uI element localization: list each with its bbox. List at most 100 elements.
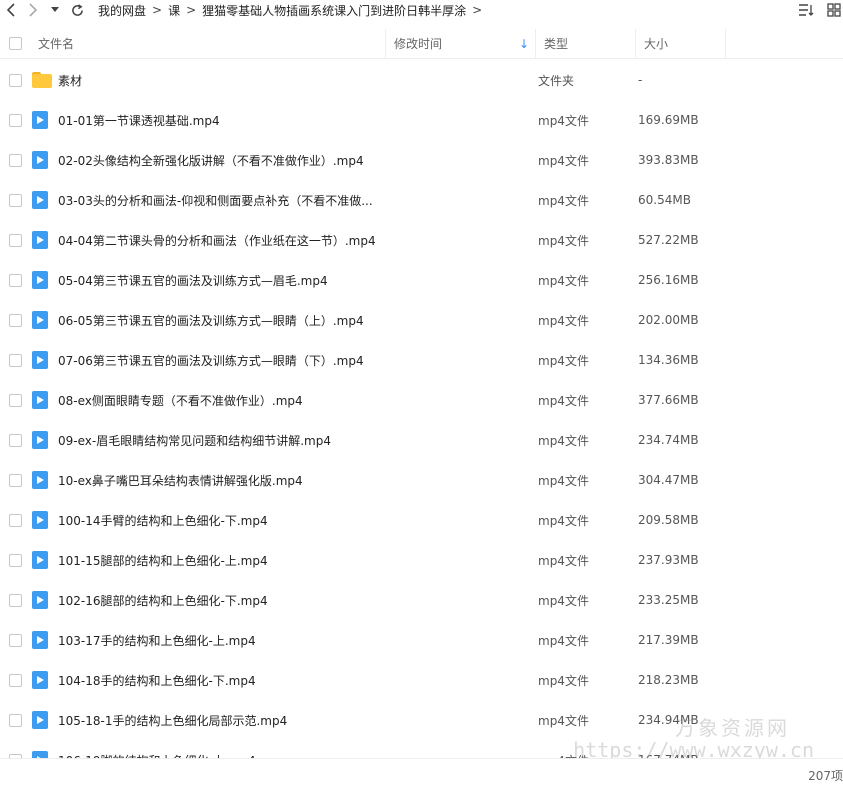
file-name[interactable]: 01-01第一节课透视基础.mp4: [58, 112, 538, 129]
file-size: 169.69MB: [638, 113, 699, 127]
file-name[interactable]: 08-ex侧面眼睛专题（不看不准做作业）.mp4: [58, 392, 538, 409]
row-checkbox[interactable]: [8, 673, 22, 687]
file-size: 304.47MB: [638, 473, 699, 487]
file-type: mp4文件: [538, 313, 589, 328]
file-row[interactable]: 05-04第三节课五官的画法及训练方式—眉毛.mp4 mp4文件 256.16MB: [0, 260, 843, 300]
row-checkbox[interactable]: [8, 553, 22, 567]
file-row[interactable]: 101-15腿部的结构和上色细化-上.mp4 mp4文件 237.93MB: [0, 540, 843, 580]
row-checkbox[interactable]: [8, 593, 22, 607]
file-row[interactable]: 08-ex侧面眼睛专题（不看不准做作业）.mp4 mp4文件 377.66MB: [0, 380, 843, 420]
file-name[interactable]: 104-18手的结构和上色细化-下.mp4: [58, 672, 538, 689]
row-checkbox[interactable]: [8, 393, 22, 407]
file-row[interactable]: 10-ex鼻子嘴巴耳朵结构表情讲解强化版.mp4 mp4文件 304.47MB: [0, 460, 843, 500]
row-checkbox[interactable]: [8, 73, 22, 87]
file-row[interactable]: 106-19脚的结构和上色细化-上.mp4mp4文件167.74MB: [0, 740, 843, 758]
file-name[interactable]: 07-06第三节课五官的画法及训练方式—眼睛（下）.mp4: [58, 352, 538, 369]
file-type: mp4文件: [538, 393, 589, 408]
file-type: mp4文件: [538, 593, 589, 608]
file-name[interactable]: 素材: [58, 72, 538, 89]
file-size: 393.83MB: [638, 153, 699, 167]
file-name[interactable]: 100-14手臂的结构和上色细化-下.mp4: [58, 512, 538, 529]
file-row[interactable]: 02-02头像结构全新强化版讲解（不看不准做作业）.mp4 mp4文件 393.83…: [0, 140, 843, 180]
file-size: 256.16MB: [638, 273, 699, 287]
file-size: 218.23MB: [638, 673, 699, 687]
row-checkbox[interactable]: [8, 153, 22, 167]
column-modified-label: 修改时间: [394, 37, 443, 51]
row-checkbox[interactable]: [8, 713, 22, 727]
row-checkbox[interactable]: [8, 633, 22, 647]
column-header: 文件名 修改时间 ↓ 类型 大小: [0, 28, 843, 59]
file-row[interactable]: 100-14手臂的结构和上色细化-下.mp4 mp4文件 209.58MB: [0, 500, 843, 540]
file-row[interactable]: 04-04第二节课头骨的分析和画法（作业纸在这一节）.mp4 mp4文件 527.2…: [0, 220, 843, 260]
refresh-button[interactable]: [66, 0, 88, 20]
file-name[interactable]: 06-05第三节课五官的画法及训练方式—眼睛（上）.mp4: [58, 312, 538, 329]
column-size[interactable]: 大小: [636, 28, 726, 59]
file-row[interactable]: 06-05第三节课五官的画法及训练方式—眼睛（上）.mp4 mp4文件 202.00…: [0, 300, 843, 340]
sort-button[interactable]: [797, 1, 815, 19]
row-checkbox[interactable]: [8, 193, 22, 207]
file-size: 234.94MB: [638, 713, 699, 727]
grid-view-button[interactable]: [825, 1, 843, 19]
chevron-right-icon: >: [472, 3, 483, 17]
row-checkbox[interactable]: [8, 273, 22, 287]
file-name[interactable]: 04-04第二节课头骨的分析和画法（作业纸在这一节）.mp4: [58, 232, 538, 249]
video-file-icon: [32, 631, 48, 649]
file-row[interactable]: 105-18-1手的结构上色细化局部示范.mp4 mp4文件 234.94MB: [0, 700, 843, 740]
history-dropdown-button[interactable]: [44, 0, 66, 20]
file-type: mp4文件: [538, 433, 589, 448]
sort-list-icon: [799, 4, 814, 16]
row-checkbox[interactable]: [8, 233, 22, 247]
item-count: 207项: [808, 769, 843, 783]
file-row[interactable]: 01-01第一节课透视基础.mp4 mp4文件 169.69MB: [0, 100, 843, 140]
row-checkbox[interactable]: [8, 113, 22, 127]
file-type: mp4文件: [538, 273, 589, 288]
file-name[interactable]: 103-17手的结构和上色细化-上.mp4: [58, 632, 538, 649]
file-size: 377.66MB: [638, 393, 699, 407]
breadcrumb-item-current[interactable]: 狸猫零基础人物插画系统课入门到进阶日韩半厚涂: [202, 2, 466, 19]
row-checkbox[interactable]: [8, 433, 22, 447]
video-file-icon: [32, 431, 48, 449]
chevron-left-icon: [6, 3, 15, 17]
file-row[interactable]: 103-17手的结构和上色细化-上.mp4 mp4文件 217.39MB: [0, 620, 843, 660]
video-file-icon: [32, 311, 48, 329]
column-name[interactable]: 文件名: [30, 28, 386, 59]
file-name[interactable]: 10-ex鼻子嘴巴耳朵结构表情讲解强化版.mp4: [58, 472, 538, 489]
file-name[interactable]: 105-18-1手的结构上色细化局部示范.mp4: [58, 712, 538, 729]
file-name[interactable]: 09-ex-眉毛眼睛结构常见问题和结构细节讲解.mp4: [58, 432, 538, 449]
file-name[interactable]: 05-04第三节课五官的画法及训练方式—眉毛.mp4: [58, 272, 538, 289]
breadcrumb-item-root[interactable]: 我的网盘: [98, 2, 146, 19]
row-checkbox[interactable]: [8, 513, 22, 527]
forward-button[interactable]: [22, 0, 44, 20]
file-row[interactable]: 07-06第三节课五官的画法及训练方式—眼睛（下）.mp4 mp4文件 134.36…: [0, 340, 843, 380]
row-checkbox[interactable]: [8, 313, 22, 327]
column-modified[interactable]: 修改时间 ↓: [386, 28, 536, 59]
file-name[interactable]: 101-15腿部的结构和上色细化-上.mp4: [58, 552, 538, 569]
file-row[interactable]: 102-16腿部的结构和上色细化-下.mp4 mp4文件 233.25MB: [0, 580, 843, 620]
file-size: 134.36MB: [638, 353, 699, 367]
file-name[interactable]: 102-16腿部的结构和上色细化-下.mp4: [58, 592, 538, 609]
file-row[interactable]: 03-03头的分析和画法-仰视和侧面要点补充（不看不准做... mp4文件 60.5…: [0, 180, 843, 220]
file-size: 233.25MB: [638, 593, 699, 607]
row-checkbox[interactable]: [8, 353, 22, 367]
chevron-right-icon: >: [186, 3, 197, 17]
file-type: mp4文件: [538, 713, 589, 728]
video-file-icon: [32, 191, 48, 209]
back-button[interactable]: [0, 0, 22, 20]
breadcrumb-item-course[interactable]: 课: [168, 2, 180, 19]
file-type: mp4文件: [538, 193, 589, 208]
refresh-icon: [71, 3, 83, 16]
file-type: mp4文件: [538, 673, 589, 688]
file-name[interactable]: 03-03头的分析和画法-仰视和侧面要点补充（不看不准做...: [58, 192, 538, 209]
video-file-icon: [32, 551, 48, 569]
file-type: mp4文件: [538, 153, 589, 168]
toolbar: 我的网盘 > 课 > 狸猫零基础人物插画系统课入门到进阶日韩半厚涂 >: [0, 0, 843, 20]
file-row[interactable]: 104-18手的结构和上色细化-下.mp4 mp4文件 218.23MB: [0, 660, 843, 700]
row-checkbox[interactable]: [8, 473, 22, 487]
file-row[interactable]: 素材 文件夹 -: [0, 60, 843, 100]
file-row[interactable]: 09-ex-眉毛眼睛结构常见问题和结构细节讲解.mp4 mp4文件 234.74MB: [0, 420, 843, 460]
select-all-checkbox[interactable]: [8, 37, 22, 50]
file-name[interactable]: 02-02头像结构全新强化版讲解（不看不准做作业）.mp4: [58, 152, 538, 169]
column-type[interactable]: 类型: [536, 28, 636, 59]
file-size: 209.58MB: [638, 513, 699, 527]
file-size: 202.00MB: [638, 313, 699, 327]
